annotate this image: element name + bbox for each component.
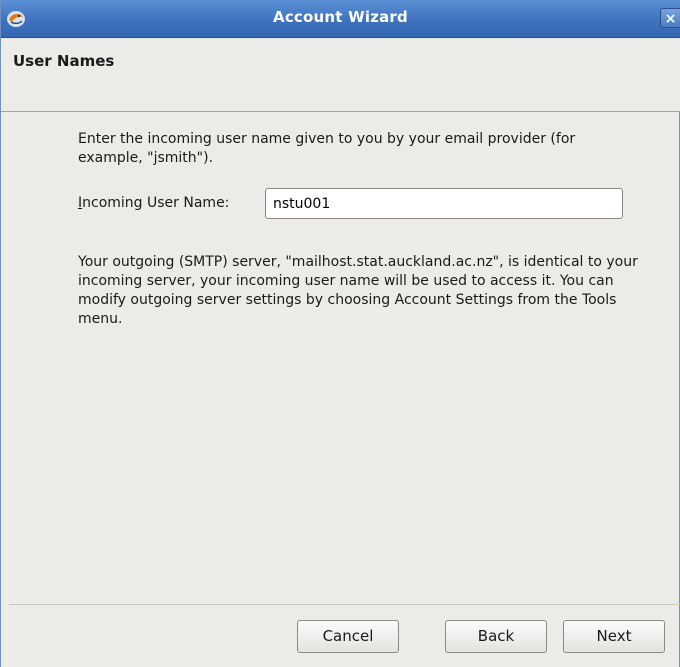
intro-text: Enter the incoming user name given to yo… <box>78 131 576 166</box>
close-icon[interactable]: × <box>660 8 680 28</box>
next-button[interactable]: Next <box>563 620 665 653</box>
back-button[interactable]: Back <box>445 620 547 653</box>
cancel-button[interactable]: Cancel <box>297 620 399 653</box>
account-wizard-window: Account Wizard × User Names Enter the in… <box>0 0 680 667</box>
username-label: Incoming User Name: <box>78 195 229 211</box>
title-bar[interactable]: Account Wizard × <box>1 0 680 38</box>
username-label-text: ncoming User Name: <box>82 195 230 211</box>
outgoing-server-text: Your outgoing (SMTP) server, "mailhost.s… <box>78 254 638 327</box>
wizard-header: User Names <box>1 38 680 112</box>
footer-divider <box>9 604 680 605</box>
page-title: User Names <box>13 52 115 70</box>
window-title: Account Wizard <box>273 8 408 26</box>
incoming-username-input[interactable] <box>265 188 623 219</box>
